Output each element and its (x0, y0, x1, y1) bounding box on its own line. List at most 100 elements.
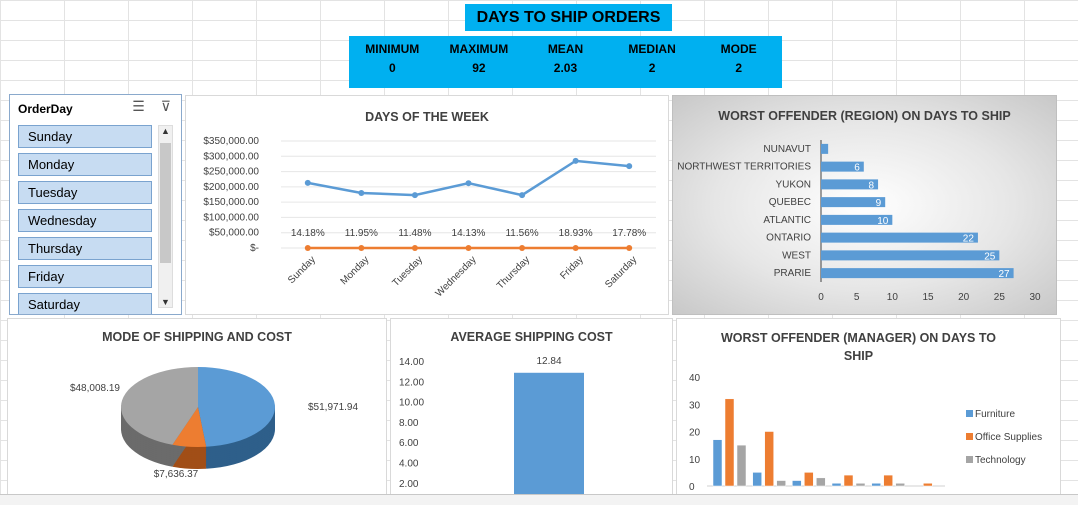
multi-select-icon[interactable]: ☰ (132, 98, 145, 114)
stat-minimum: MINIMUM 0 (365, 42, 420, 75)
scroll-thumb[interactable] (160, 143, 171, 263)
x-tick-label: 10 (887, 292, 899, 303)
data-label: 11.56% (505, 228, 538, 239)
bar (821, 232, 978, 243)
data-point (304, 179, 311, 186)
data-label: 11.48% (398, 228, 431, 239)
bar (724, 398, 735, 487)
x-tick-label: Tuesday (390, 254, 425, 289)
y-tick-label: $200,000.00 (203, 182, 259, 193)
data-label: 14.13% (452, 228, 486, 239)
bar (843, 474, 854, 487)
slicer-scrollbar[interactable]: ▲ ▼ (158, 125, 173, 308)
avg-chart-svg: 14.00 12.00 10.00 8.00 6.00 4.00 2.00 12.84 (399, 356, 584, 499)
slicer-item-friday[interactable]: Friday (18, 265, 152, 288)
data-point (572, 157, 579, 164)
days-of-week-chart[interactable]: DAYS OF THE WEEK $350,000.00 $300,000.00 $… (185, 95, 669, 315)
data-point (626, 163, 633, 170)
x-tick-label: 5 (854, 292, 860, 303)
sheet-tabs-bar[interactable] (0, 494, 1078, 505)
slicer-item-saturday[interactable]: Saturday (18, 293, 152, 314)
category-label: WEST (782, 250, 811, 261)
scroll-down-icon[interactable]: ▼ (159, 297, 172, 307)
shipping-mode-chart[interactable]: MODE OF SHIPPING AND COST $51,971.94 $7,6… (7, 318, 387, 498)
x-tick-label: Friday (558, 254, 585, 281)
bar (831, 483, 842, 487)
x-tick-label: Wednesday (434, 254, 479, 299)
data-point (626, 245, 633, 251)
y-tick-label: 2.00 (399, 479, 419, 490)
slicer-item-thursday[interactable]: Thursday (18, 237, 152, 260)
y-tick-label: 10 (689, 455, 701, 466)
y-tick-label: 40 (689, 373, 701, 384)
bar (736, 444, 747, 487)
pie-chart-svg: $51,971.94 $7,636.37 $48,008.19 (70, 367, 358, 480)
legend-swatch (966, 456, 973, 463)
x-tick-label: Sunday (286, 254, 318, 286)
legend-swatch (966, 433, 973, 440)
data-point (358, 245, 365, 251)
bar (895, 483, 905, 487)
y-tick-label: 12.00 (399, 377, 424, 388)
y-tick-label: $- (250, 243, 259, 254)
legend-label: Furniture (975, 409, 1015, 420)
x-tick-label: 25 (994, 292, 1006, 303)
y-tick-label: $50,000.00 (209, 228, 259, 239)
y-tick-label: 10.00 (399, 398, 424, 409)
region-chart[interactable]: WORST OFFENDER (REGION) ON DAYS TO SHIP … (672, 95, 1057, 315)
data-label: 18.93% (559, 228, 593, 239)
line-chart-svg: $350,000.00 $300,000.00 $250,000.00 $200,00… (203, 136, 656, 299)
stat-median: MEDIAN 2 (628, 42, 676, 75)
manager-chart[interactable]: WORST OFFENDER (MANAGER) ON DAYS TO SHIP… (676, 318, 1061, 498)
orderday-slicer[interactable]: OrderDay ☰ ⊽ Sunday Monday Tuesday Wedne… (9, 94, 182, 315)
x-tick-label: Monday (339, 254, 372, 287)
category-label: ATLANTIC (763, 215, 811, 226)
bar (792, 480, 802, 487)
bar (712, 439, 723, 487)
manager-chart-svg: 40 30 20 10 0 Furniture Office Supplies Technol… (689, 373, 1042, 493)
bar-data-label: 8 (869, 180, 875, 191)
y-tick-label: 6.00 (399, 438, 419, 449)
slicer-item-wednesday[interactable]: Wednesday (18, 209, 152, 232)
data-point (304, 245, 311, 251)
series-line (307, 159, 630, 197)
stats-table: MINIMUM 0 MAXIMUM 92 MEAN 2.03 MEDIAN 2 MODE… (349, 36, 782, 88)
slicer-item-tuesday[interactable]: Tuesday (18, 181, 152, 204)
scroll-up-icon[interactable]: ▲ (159, 126, 172, 136)
bar-data-label: 12.84 (536, 356, 561, 367)
x-tick-label: Saturday (603, 254, 639, 290)
avg-shipping-chart[interactable]: AVERAGE SHIPPING COST 14.00 12.00 10.00 8.0… (390, 318, 673, 499)
bar (855, 483, 866, 487)
data-point (358, 189, 365, 196)
data-point (465, 180, 472, 187)
slicer-item-monday[interactable]: Monday (18, 153, 152, 176)
bar (883, 474, 893, 487)
category-label: ONTARIO (766, 233, 811, 244)
x-tick-label: 30 (1029, 292, 1041, 303)
category-label: QUEBEC (769, 197, 811, 208)
category-label: NUNAVUT (763, 144, 811, 155)
data-point (572, 245, 579, 251)
legend-label: Office Supplies (975, 432, 1042, 443)
x-tick-label: Thursday (495, 254, 532, 291)
slicer-title: OrderDay (18, 102, 73, 116)
bar-data-label: 25 (984, 251, 996, 262)
y-tick-label: $250,000.00 (203, 167, 259, 178)
region-chart-svg: NUNAVUT NORTHWEST TERRITORIES 6 YUKON 8 QUEBE… (677, 140, 1041, 303)
pie-data-label: $48,008.19 (70, 383, 120, 394)
y-tick-label: 30 (689, 400, 701, 411)
bar (816, 477, 826, 487)
legend-swatch (966, 410, 973, 417)
data-point (519, 192, 526, 199)
slicer-item-sunday[interactable]: Sunday (18, 125, 152, 148)
y-tick-label: 20 (689, 428, 701, 439)
stat-maximum: MAXIMUM 92 (449, 42, 509, 75)
legend-label: Technology (975, 455, 1026, 466)
category-label: NORTHWEST TERRITORIES (677, 162, 811, 173)
bar-data-label: 27 (998, 269, 1010, 280)
clear-filter-icon[interactable]: ⊽ (161, 98, 171, 114)
x-tick-label: 15 (922, 292, 934, 303)
y-tick-label: $150,000.00 (203, 197, 259, 208)
bar (752, 472, 762, 487)
data-label: 14.18% (291, 228, 325, 239)
